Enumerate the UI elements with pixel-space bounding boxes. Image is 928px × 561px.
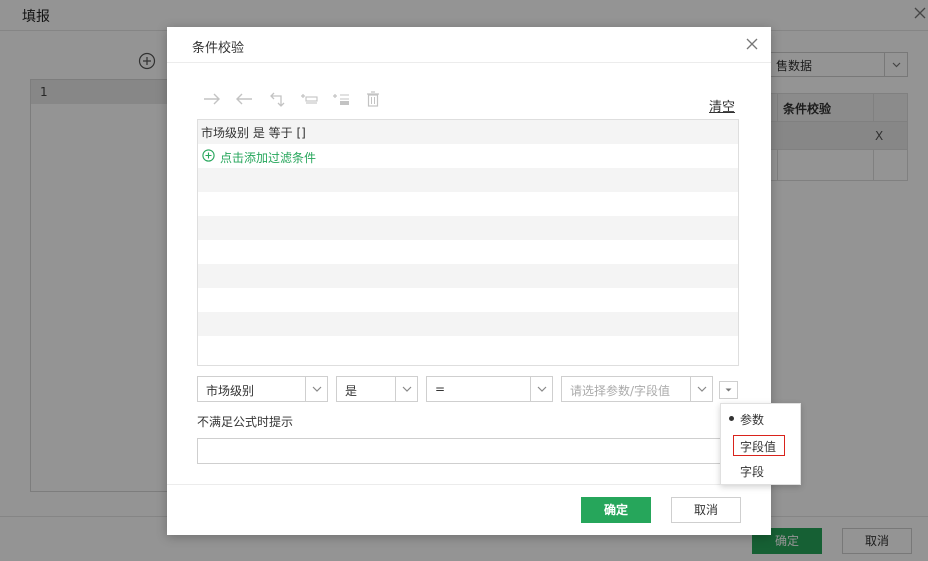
value-select-placeholder: 请选择参数/字段值 — [570, 384, 671, 398]
delete-icon[interactable] — [363, 90, 383, 108]
dialog-header — [167, 27, 771, 63]
list-item — [198, 312, 738, 336]
return-icon[interactable] — [267, 90, 287, 108]
add-circle-icon[interactable] — [202, 149, 215, 162]
menu-item-field-value[interactable]: 字段值 — [740, 438, 776, 455]
selected-dot-icon — [729, 416, 734, 421]
chevron-down-icon[interactable] — [690, 377, 712, 401]
is-select-value: 是 — [345, 384, 358, 398]
menu-item-field[interactable]: 字段 — [740, 463, 764, 480]
add-filter-link[interactable]: 点击添加过滤条件 — [220, 149, 316, 166]
list-item — [198, 216, 738, 240]
close-icon[interactable] — [745, 37, 759, 51]
arrow-right-icon[interactable] — [202, 90, 222, 108]
list-item — [198, 168, 738, 192]
chevron-down-icon[interactable] — [530, 377, 552, 401]
prompt-label: 不满足公式时提示 — [197, 415, 294, 429]
cancel-button[interactable]: 取消 — [671, 497, 741, 523]
prompt-input[interactable] — [197, 438, 738, 464]
insert-row-icon[interactable] — [331, 90, 351, 108]
dialog-divider — [167, 484, 771, 485]
ok-button[interactable]: 确定 — [581, 497, 651, 523]
field-select-value: 市场级别 — [206, 384, 255, 398]
arrow-left-icon[interactable] — [234, 90, 254, 108]
dialog-title: 条件校验 — [192, 41, 245, 56]
chevron-down-icon[interactable] — [395, 377, 417, 401]
chevron-down-icon[interactable] — [305, 377, 327, 401]
list-item — [198, 264, 738, 288]
condition-text[interactable]: 市场级别 是 等于 [] — [201, 124, 306, 141]
add-row-icon[interactable] — [299, 90, 319, 108]
operator-select-value: = — [435, 382, 446, 396]
clear-link[interactable]: 清空 — [709, 96, 735, 115]
menu-item-parameter[interactable]: 参数 — [740, 411, 764, 428]
value-mode-toggle[interactable] — [719, 381, 738, 399]
